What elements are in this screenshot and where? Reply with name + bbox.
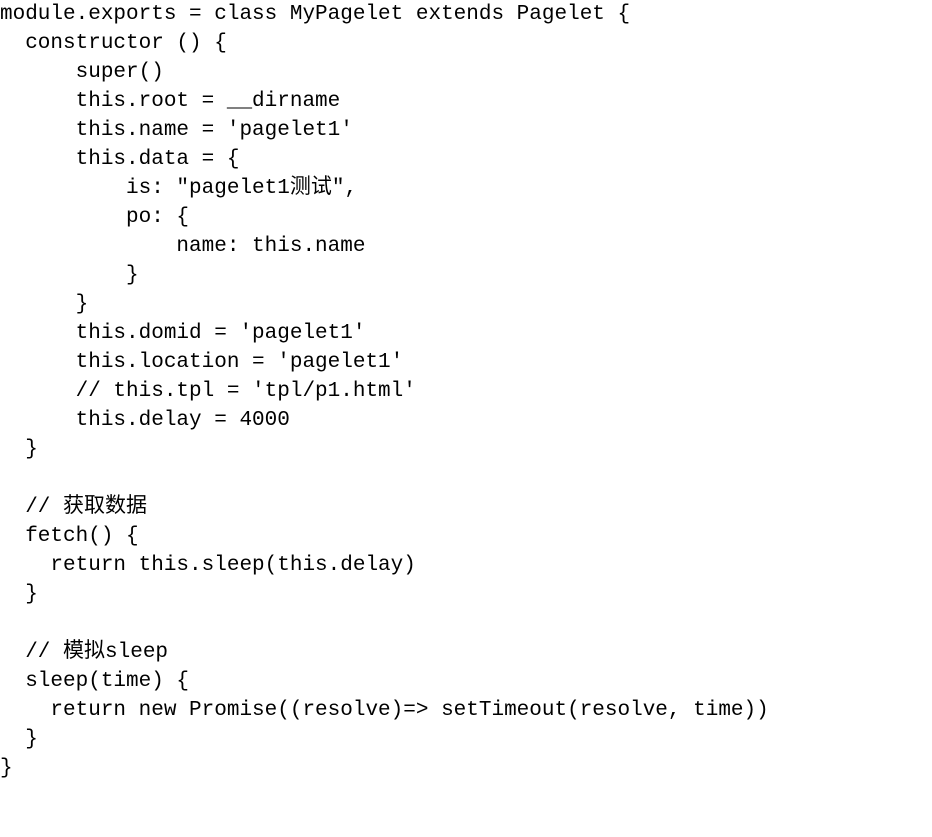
code-block: module.exports = class MyPagelet extends… [0,0,932,783]
code-content: module.exports = class MyPagelet extends… [0,3,769,780]
